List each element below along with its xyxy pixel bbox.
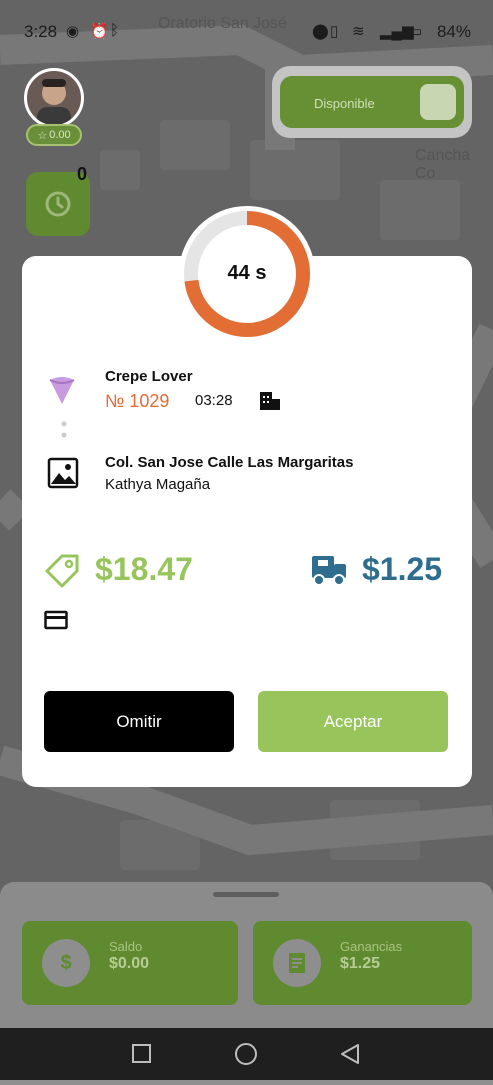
skip-button[interactable]: Omitir xyxy=(44,691,234,752)
eye-icon: ◉ xyxy=(66,23,80,40)
vibrate-icon: ▯ xyxy=(330,23,339,40)
image-icon xyxy=(47,457,79,489)
availability-toggle[interactable]: Disponible xyxy=(280,76,464,128)
delivery-address: Col. San Jose Calle Las Margaritas xyxy=(105,454,354,471)
system-navigation-bar xyxy=(0,1028,493,1080)
availability-label: Disponible xyxy=(314,96,375,111)
order-time: 03:28 xyxy=(195,392,233,409)
rating-value: 0.00 xyxy=(49,129,71,141)
route-dots xyxy=(61,421,67,438)
toggle-knob[interactable] xyxy=(420,84,456,120)
bluetooth-icon: ᛒ xyxy=(110,22,120,39)
building-icon xyxy=(260,392,280,410)
store-icon xyxy=(49,377,75,404)
alarm-icon: ⏰ xyxy=(90,23,109,40)
order-price: $18.47 xyxy=(95,551,193,587)
order-number: № 1029 xyxy=(105,391,170,411)
timer-text: 44 s xyxy=(227,262,267,284)
balance-value: $0.00 xyxy=(109,955,150,972)
customer-name: Kathya Magaña xyxy=(105,476,211,493)
truck-icon xyxy=(312,556,346,586)
earnings-value: $1.25 xyxy=(340,955,381,972)
recents-button[interactable] xyxy=(132,1044,151,1063)
status-time: 3:28 xyxy=(24,22,58,41)
map-label-oratorio: Oratorio San José xyxy=(158,15,287,32)
receipt-icon xyxy=(273,939,321,987)
tag-icon xyxy=(45,554,79,588)
location-icon: ⬤ xyxy=(312,23,329,40)
store-name: Crepe Lover xyxy=(105,368,193,385)
card-icon xyxy=(44,610,68,630)
battery-icon: ▭ xyxy=(408,23,423,40)
star-icon: ☆ xyxy=(37,129,48,142)
drag-handle[interactable] xyxy=(213,892,279,897)
balance-card[interactable]: $ Saldo $0.00 xyxy=(22,921,238,1005)
earnings-card[interactable]: Ganancias $1.25 xyxy=(253,921,472,1005)
accept-label: Aceptar xyxy=(323,711,383,731)
history-icon xyxy=(45,191,71,217)
skip-label: Omitir xyxy=(116,711,162,731)
countdown-timer: 44 s xyxy=(179,206,315,342)
accept-button[interactable]: Aceptar xyxy=(258,691,448,752)
back-button[interactable] xyxy=(341,1044,359,1064)
delivery-fee: $1.25 xyxy=(362,551,443,587)
dollar-icon: $ xyxy=(42,939,90,987)
battery-level: 84% xyxy=(436,22,471,41)
wifi-icon: ≋ xyxy=(352,23,365,40)
home-button[interactable] xyxy=(235,1043,257,1065)
history-count: 0 xyxy=(77,164,88,184)
map-label-cancha: Cancha Co xyxy=(415,147,471,182)
avatar[interactable] xyxy=(24,68,84,128)
earnings-label: Ganancias xyxy=(340,939,403,954)
rating-badge: ☆ 0.00 xyxy=(26,124,82,146)
balance-label: Saldo xyxy=(109,939,143,954)
